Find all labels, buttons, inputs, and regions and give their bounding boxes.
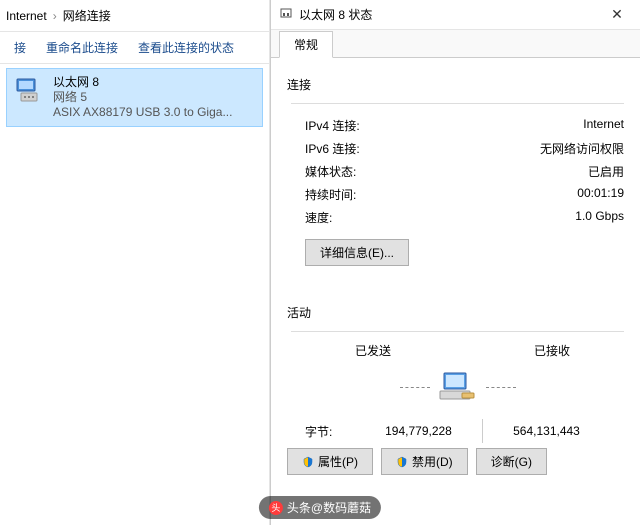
section-connection: 连接 bbox=[287, 76, 624, 93]
computer-icon bbox=[438, 371, 478, 403]
ipv4-label: IPv4 连接: bbox=[305, 117, 360, 134]
divider bbox=[291, 331, 624, 332]
divider bbox=[291, 103, 624, 104]
properties-label: 属性(P) bbox=[318, 453, 358, 470]
tab-general[interactable]: 常规 bbox=[279, 31, 333, 58]
button-row: 属性(P) 禁用(D) 诊断(G) bbox=[271, 434, 563, 489]
row-duration: 持续时间: 00:01:19 bbox=[291, 183, 624, 206]
dialog-content: 连接 IPv4 连接: Internet IPv6 连接: 无网络访问权限 媒体… bbox=[271, 58, 640, 443]
properties-button[interactable]: 属性(P) bbox=[287, 448, 373, 475]
connection-name: 以太网 8 bbox=[53, 75, 256, 90]
media-value: 已启用 bbox=[588, 163, 624, 180]
disable-label: 禁用(D) bbox=[412, 453, 453, 470]
duration-label: 持续时间: bbox=[305, 186, 356, 203]
sent-label: 已发送 bbox=[305, 342, 463, 359]
section-activity: 活动 bbox=[287, 304, 624, 321]
breadcrumb-separator: › bbox=[53, 0, 57, 32]
dialog-title: 以太网 8 状态 bbox=[299, 6, 602, 23]
connection-item-selected[interactable]: 以太网 8 网络 5 ASIX AX88179 USB 3.0 to Giga.… bbox=[6, 68, 263, 127]
ipv6-value: 无网络访问权限 bbox=[540, 140, 624, 157]
breadcrumb-item[interactable]: 网络连接 bbox=[63, 0, 111, 32]
toolbar-status[interactable]: 查看此连接的状态 bbox=[128, 39, 244, 56]
titlebar: 以太网 8 状态 ✕ bbox=[271, 0, 640, 30]
tab-strip: 常规 bbox=[271, 30, 640, 58]
connection-text: 以太网 8 网络 5 ASIX AX88179 USB 3.0 to Giga.… bbox=[53, 75, 256, 120]
toolbar-connect[interactable]: 接 bbox=[4, 39, 36, 56]
network-adapter-icon bbox=[13, 75, 45, 107]
close-button[interactable]: ✕ bbox=[602, 6, 632, 23]
media-label: 媒体状态: bbox=[305, 163, 356, 180]
network-connections-panel: Internet › 网络连接 接 重命名此连接 查看此连接的状态 以太网 8 … bbox=[0, 0, 270, 525]
row-ipv6: IPv6 连接: 无网络访问权限 bbox=[291, 137, 624, 160]
toolbar-rename[interactable]: 重命名此连接 bbox=[36, 39, 128, 56]
speed-label: 速度: bbox=[305, 209, 332, 226]
sent-line bbox=[400, 387, 430, 388]
breadcrumb-item[interactable]: Internet bbox=[6, 0, 47, 32]
toolbar: 接 重命名此连接 查看此连接的状态 bbox=[0, 32, 269, 64]
ipv6-label: IPv6 连接: bbox=[305, 140, 360, 157]
row-media: 媒体状态: 已启用 bbox=[291, 160, 624, 183]
row-speed: 速度: 1.0 Gbps bbox=[291, 206, 624, 229]
diagnose-button[interactable]: 诊断(G) bbox=[476, 448, 547, 475]
disable-button[interactable]: 禁用(D) bbox=[381, 448, 468, 475]
connection-adapter: ASIX AX88179 USB 3.0 to Giga... bbox=[53, 105, 256, 120]
watermark-icon: 头 bbox=[269, 501, 283, 515]
recv-label: 已接收 bbox=[463, 342, 611, 359]
shield-icon bbox=[302, 456, 314, 468]
status-dialog: 以太网 8 状态 ✕ 常规 连接 IPv4 连接: Internet IPv6 … bbox=[270, 0, 640, 525]
ethernet-icon bbox=[279, 6, 293, 23]
recv-line bbox=[486, 387, 516, 388]
speed-value: 1.0 Gbps bbox=[575, 209, 624, 226]
shield-icon bbox=[396, 456, 408, 468]
breadcrumb: Internet › 网络连接 bbox=[0, 0, 269, 32]
watermark-text: 头条@数码蘑菇 bbox=[287, 499, 371, 516]
duration-value: 00:01:19 bbox=[577, 186, 624, 203]
watermark: 头 头条@数码蘑菇 bbox=[259, 496, 381, 519]
connection-network: 网络 5 bbox=[53, 90, 256, 105]
ipv4-value: Internet bbox=[583, 117, 624, 134]
activity-labels: 已发送 已接收 bbox=[291, 342, 624, 359]
row-ipv4: IPv4 连接: Internet bbox=[291, 114, 624, 137]
details-button[interactable]: 详细信息(E)... bbox=[305, 239, 409, 266]
activity-section: 活动 已发送 已接收 字节: 194,779,228 56 bbox=[291, 304, 624, 443]
activity-graphic bbox=[291, 365, 624, 413]
